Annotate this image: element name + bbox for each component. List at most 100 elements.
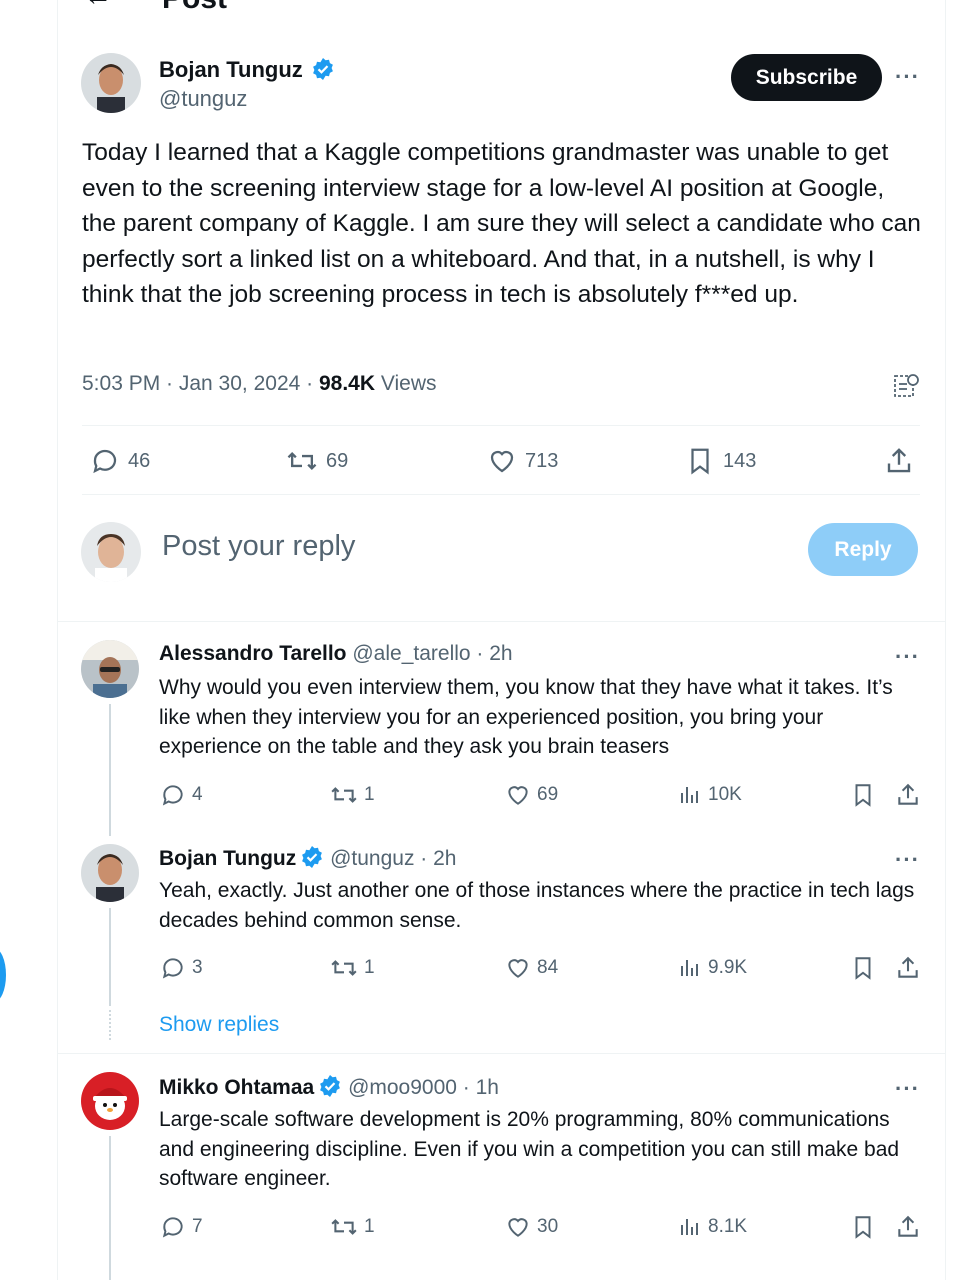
verified-badge-icon (313, 58, 334, 80)
like-count: 69 (537, 784, 559, 805)
share-action[interactable] (895, 1214, 921, 1240)
repost-action[interactable]: 1 (330, 1214, 375, 1240)
like-count: 84 (537, 957, 559, 978)
bookmark-icon (855, 1216, 871, 1239)
page-title: Post (162, 0, 227, 16)
repost-count: 1 (364, 1216, 375, 1237)
views-action[interactable]: 8.1K (678, 1214, 747, 1240)
repost-icon (331, 960, 357, 976)
reply-author-name[interactable]: Bojan Tunguz (159, 847, 296, 870)
bookmark-icon (855, 784, 871, 807)
reply-input[interactable]: Post your reply (162, 530, 355, 563)
thread-line (109, 704, 111, 836)
divider (58, 1053, 945, 1054)
user-avatar[interactable] (81, 522, 141, 582)
repost-action[interactable]: 69 (286, 446, 348, 476)
reply-action[interactable]: 4 (160, 782, 203, 808)
reply-avatar[interactable] (81, 1072, 139, 1130)
repost-icon (331, 1219, 357, 1235)
reply-button[interactable]: Reply (808, 523, 918, 576)
like-count: 713 (525, 449, 559, 472)
share-action[interactable] (895, 955, 921, 981)
like-action[interactable]: 30 (505, 1214, 558, 1240)
bookmark-action[interactable] (850, 782, 876, 808)
reply-time[interactable]: · 1h (457, 1076, 499, 1099)
author-name-row: Bojan Tunguz (159, 57, 335, 83)
reply-count: 4 (192, 784, 203, 805)
heart-icon (508, 786, 528, 805)
repost-action[interactable]: 1 (330, 782, 375, 808)
repost-action[interactable]: 1 (330, 955, 375, 981)
bookmark-action[interactable] (850, 1214, 876, 1240)
repost-count: 1 (364, 957, 375, 978)
reply-header: Alessandro Tarello @ale_tarello · 2h (159, 642, 513, 666)
bookmark-action[interactable] (850, 955, 876, 981)
heart-icon (508, 959, 528, 978)
views-action[interactable]: 10K (678, 782, 742, 808)
back-arrow-icon[interactable]: ← (84, 0, 112, 12)
repost-count: 1 (364, 784, 375, 805)
like-action[interactable]: 713 (487, 446, 558, 476)
reply-count: 7 (192, 1216, 203, 1237)
reply-icon (93, 449, 117, 474)
floating-compose-button[interactable] (0, 948, 6, 1002)
heart-icon (490, 450, 514, 473)
post-text: Today I learned that a Kaggle competitio… (82, 139, 921, 308)
reply-author-handle[interactable]: @ale_tarello (352, 642, 470, 665)
like-action[interactable]: 84 (505, 955, 558, 981)
like-count: 30 (537, 1216, 559, 1237)
divider (82, 494, 920, 495)
reply-count: 3 (192, 957, 203, 978)
like-action[interactable]: 69 (505, 782, 558, 808)
reply-avatar[interactable] (81, 640, 139, 698)
views-count: 98.4K (318, 372, 376, 395)
reply-action[interactable]: 46 (90, 446, 150, 476)
verified-badge-icon (320, 1075, 341, 1097)
left-border (57, 0, 58, 1280)
more-options-icon[interactable]: ··· (895, 1076, 920, 1102)
reply-time[interactable]: · 2h (414, 847, 456, 870)
more-options-icon[interactable]: ··· (895, 644, 920, 670)
share-action[interactable] (895, 782, 921, 808)
reply-time[interactable]: · 2h (471, 642, 512, 665)
author-handle[interactable]: @tunguz (159, 86, 247, 112)
share-icon (898, 956, 918, 978)
share-icon (898, 1215, 918, 1237)
reply-author-handle[interactable]: @moo9000 (348, 1076, 457, 1099)
repost-icon (287, 451, 317, 471)
bookmark-action[interactable]: 143 (685, 446, 756, 476)
reply-count: 46 (128, 449, 151, 472)
reply-avatar[interactable] (81, 844, 139, 902)
reply-icon (162, 1217, 183, 1238)
divider (82, 425, 920, 426)
analytics-icon (681, 960, 698, 976)
thread-line (109, 908, 111, 1006)
views-count: 8.1K (708, 1216, 748, 1237)
reply-icon (162, 958, 183, 979)
more-options-icon[interactable]: ··· (895, 847, 920, 873)
reply-header: Mikko Ohtamaa @moo9000 · 1h (159, 1074, 499, 1100)
author-avatar[interactable] (81, 53, 141, 113)
analytics-icon (681, 787, 698, 803)
reply-action[interactable]: 7 (160, 1214, 203, 1240)
post-time[interactable]: 5:03 PM · Jan 30, 2024 · (82, 372, 319, 395)
reply-author-handle[interactable]: @tunguz (330, 847, 414, 870)
show-replies-link[interactable]: Show replies (159, 1013, 279, 1037)
verified-badge-icon (302, 846, 323, 868)
reply-author-name[interactable]: Alessandro Tarello (159, 642, 347, 665)
thread-line (109, 1136, 111, 1280)
author-name[interactable]: Bojan Tunguz (159, 57, 303, 82)
repost-count: 69 (326, 449, 349, 472)
heart-icon (508, 1218, 528, 1237)
reply-text: Why would you even interview them, you k… (159, 676, 893, 758)
translate-icon[interactable] (893, 372, 921, 400)
bookmark-count: 143 (723, 449, 757, 472)
more-options-icon[interactable]: ··· (895, 64, 920, 90)
views-count: 10K (708, 784, 742, 805)
views-action[interactable]: 9.9K (678, 955, 747, 981)
share-action[interactable] (884, 446, 914, 476)
share-icon (887, 448, 911, 473)
reply-author-name[interactable]: Mikko Ohtamaa (159, 1076, 314, 1099)
subscribe-button[interactable]: Subscribe (731, 54, 882, 101)
reply-action[interactable]: 3 (160, 955, 203, 981)
